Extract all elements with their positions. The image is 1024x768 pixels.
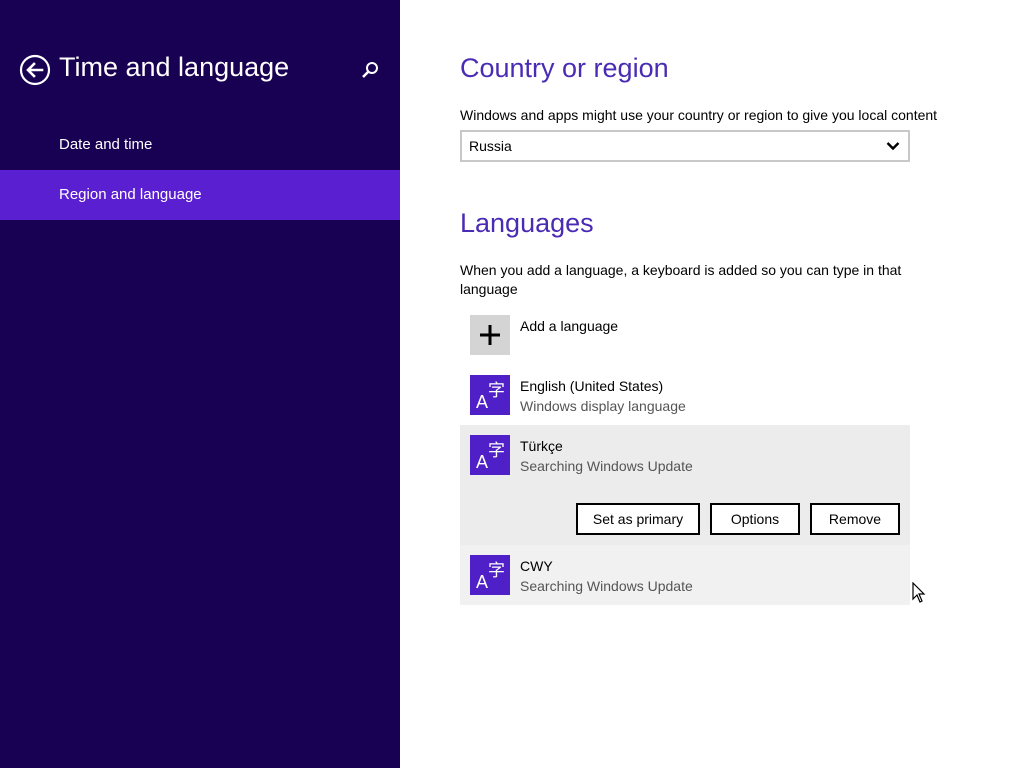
sidebar-item-date-and-time[interactable]: Date and time xyxy=(0,120,400,170)
language-name: Türkçe xyxy=(520,438,563,454)
language-icon: A 字 xyxy=(470,375,510,415)
country-select-value: Russia xyxy=(469,138,512,154)
language-name: CWY xyxy=(520,558,553,574)
plus-icon xyxy=(470,315,510,355)
add-language-label: Add a language xyxy=(520,318,619,334)
search-icon[interactable] xyxy=(360,60,380,80)
back-arrow-icon[interactable] xyxy=(19,54,51,86)
language-status: Searching Windows Update xyxy=(520,458,693,474)
svg-text:字: 字 xyxy=(488,381,505,401)
language-name: English (United States) xyxy=(520,378,664,394)
language-item-english[interactable]: A 字 English (United States) Windows disp… xyxy=(460,370,910,420)
sidebar-item-region-and-language[interactable]: Region and language xyxy=(0,170,400,220)
add-language-button[interactable]: Add a language xyxy=(460,310,910,360)
language-item-cwy[interactable]: A 字 CWY Searching Windows Update xyxy=(460,545,910,605)
sidebar: Time and language Date and time Region a… xyxy=(0,0,400,768)
chevron-down-icon xyxy=(886,142,900,151)
svg-text:A: A xyxy=(476,452,488,472)
page-title: Time and language xyxy=(59,52,290,82)
mouse-cursor-icon xyxy=(912,582,926,603)
languages-heading: Languages xyxy=(460,208,594,238)
languages-description: When you add a language, a keyboard is a… xyxy=(460,262,902,297)
language-status: Searching Windows Update xyxy=(520,578,693,594)
options-button[interactable]: Options xyxy=(710,503,800,535)
svg-text:A: A xyxy=(476,392,488,412)
language-status: Windows display language xyxy=(520,398,686,414)
set-as-primary-button[interactable]: Set as primary xyxy=(576,503,700,535)
main-content: Country or region Windows and apps might… xyxy=(400,0,1024,768)
svg-text:字: 字 xyxy=(488,441,505,461)
country-description: Windows and apps might use your country … xyxy=(460,107,938,123)
remove-button[interactable]: Remove xyxy=(810,503,900,535)
svg-text:A: A xyxy=(476,572,488,592)
country-select[interactable]: Russia xyxy=(460,130,910,162)
language-icon: A 字 xyxy=(470,435,510,475)
svg-text:字: 字 xyxy=(488,561,505,581)
language-item-turkce[interactable]: A 字 Türkçe Searching Windows Update Set … xyxy=(460,425,910,545)
language-icon: A 字 xyxy=(470,555,510,595)
country-heading: Country or region xyxy=(460,53,669,83)
